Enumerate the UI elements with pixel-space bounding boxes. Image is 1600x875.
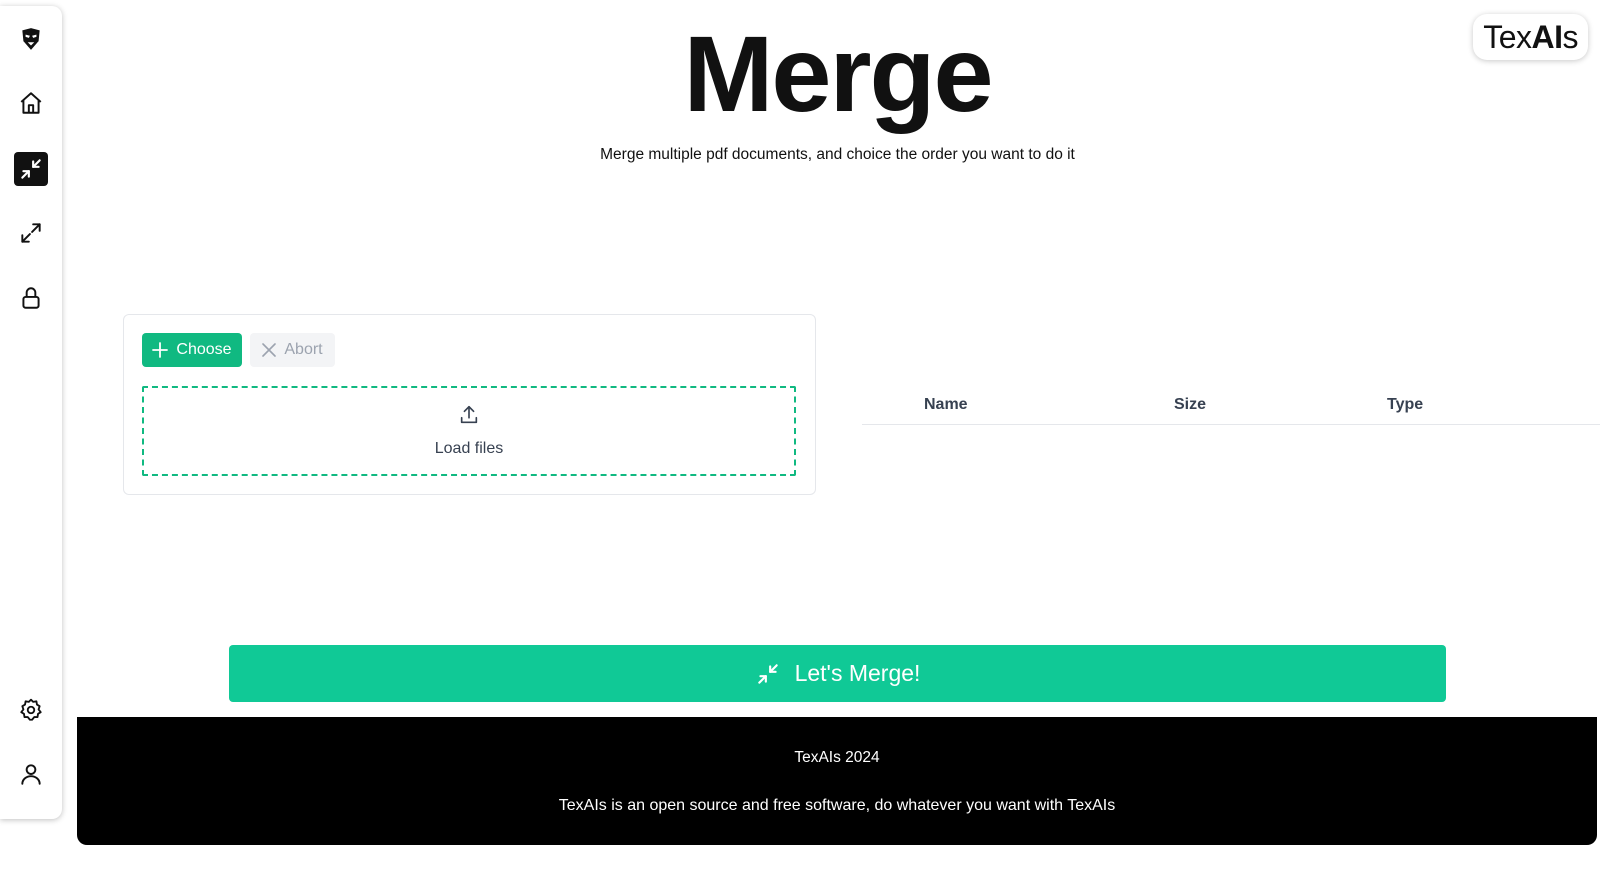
merge-icon <box>21 159 41 179</box>
merge-button[interactable]: Let's Merge! <box>229 645 1446 702</box>
footer-title: TexAIs 2024 <box>794 749 880 766</box>
page-title: Merge <box>683 13 993 134</box>
lock-icon <box>22 287 40 309</box>
column-header-type[interactable]: Type <box>1387 396 1423 414</box>
file-upload-card: Choose Abort Load files <box>123 314 816 495</box>
merge-icon <box>757 663 778 684</box>
sidebar-item-merge[interactable] <box>14 152 48 186</box>
upload-icon <box>460 405 478 424</box>
footer-note: TexAIs is an open source and free softwa… <box>558 797 1116 814</box>
sidebar-item-lock[interactable] <box>14 281 48 315</box>
split-icon <box>21 223 41 243</box>
sidebar-item-settings[interactable] <box>14 693 48 727</box>
gear-icon <box>20 698 42 721</box>
abort-label: Abort <box>284 341 323 358</box>
dropzone-label: Load files <box>434 440 504 457</box>
sidebar-item-user[interactable] <box>14 757 48 791</box>
file-table-header: Name Size Type <box>862 390 1600 425</box>
file-dropzone[interactable]: Load files <box>142 386 796 476</box>
sidebar-item-split[interactable] <box>14 216 48 250</box>
choose-button[interactable]: Choose <box>142 333 242 367</box>
plus-icon <box>152 342 169 358</box>
user-icon <box>21 764 41 785</box>
close-icon <box>262 343 277 357</box>
column-header-size[interactable]: Size <box>1174 396 1206 414</box>
footer: TexAIs 2024 TexAIs is an open source and… <box>77 717 1597 845</box>
choose-label: Choose <box>176 341 232 358</box>
merge-button-label: Let's Merge! <box>794 660 921 686</box>
abort-button[interactable]: Abort <box>250 333 335 367</box>
column-header-name[interactable]: Name <box>924 396 968 414</box>
page-subtitle: Merge multiple pdf documents, and choice… <box>600 146 1075 163</box>
